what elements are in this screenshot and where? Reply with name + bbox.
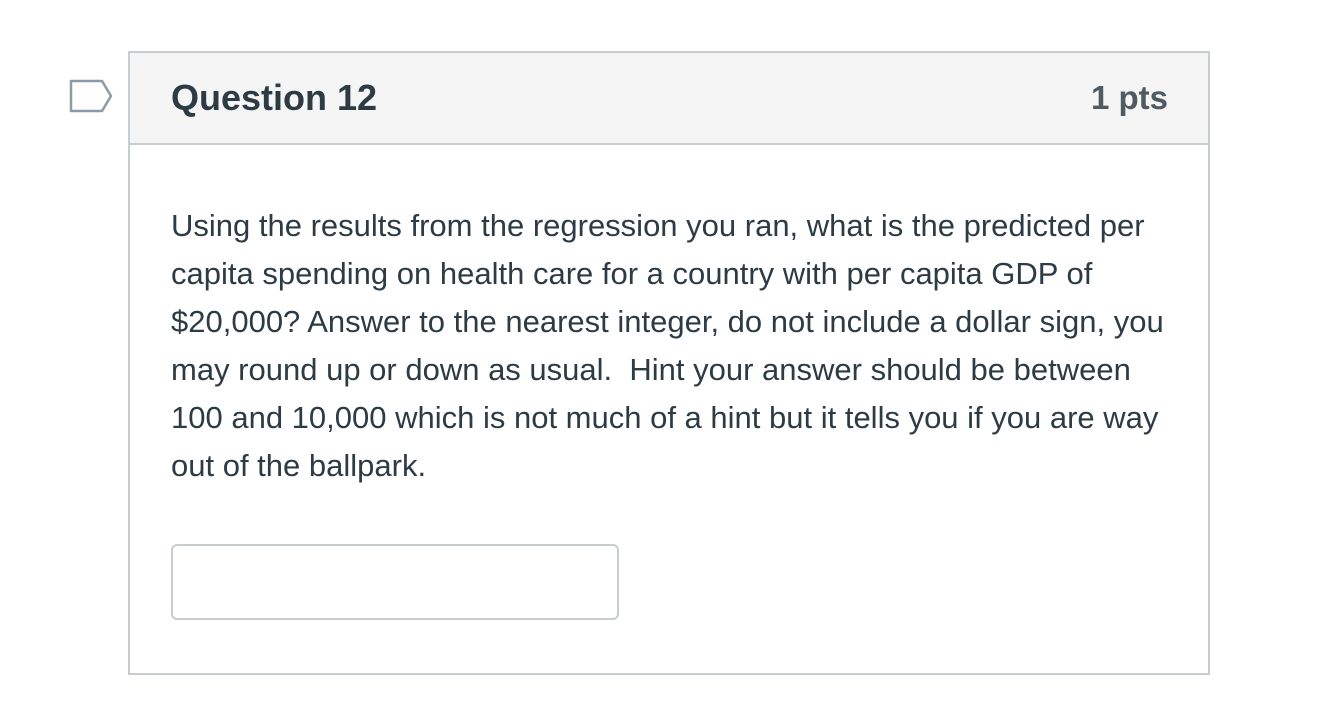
question-header: Question 12 1 pts — [130, 53, 1208, 145]
question-body: Using the results from the regression yo… — [130, 145, 1208, 620]
question-card: Question 12 1 pts Using the results from… — [128, 51, 1210, 675]
flag-icon — [69, 79, 113, 113]
quiz-page: Question 12 1 pts Using the results from… — [0, 0, 1326, 724]
question-text: Using the results from the regression yo… — [171, 208, 1173, 483]
flag-question-button[interactable] — [68, 79, 114, 113]
question-points: 1 pts — [1090, 79, 1168, 116]
answer-input[interactable] — [171, 544, 619, 620]
question-title: Question 12 — [171, 77, 378, 118]
